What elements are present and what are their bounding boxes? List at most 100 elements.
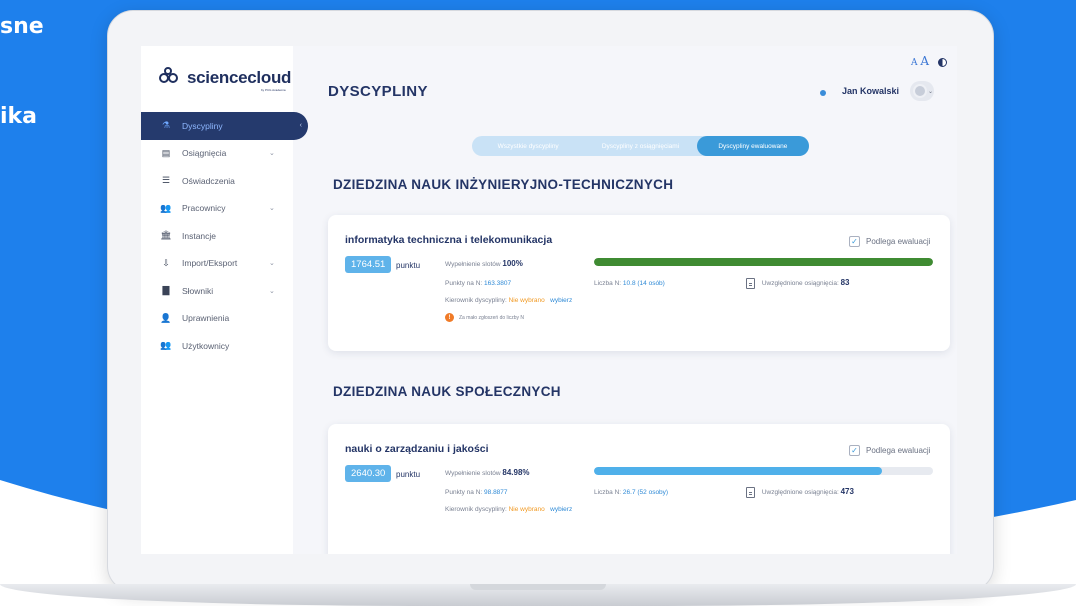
checkbox-icon: ✓ (849, 445, 860, 456)
discipline-tabs: Wszystkie dyscypliny Dyscypliny z osiągn… (472, 136, 809, 156)
tab-with-achievements[interactable]: Dyscypliny z osiągnięciami (584, 136, 696, 156)
logo-icon (159, 67, 181, 86)
font-decrease-button[interactable]: A (911, 58, 918, 68)
checkbox-icon: ✓ (849, 236, 860, 247)
section-title: DZIEDZINA NAUK INŻYNIERYJNO-TECHNICZNYCH (333, 177, 674, 192)
users-icon: 👥 (160, 340, 172, 351)
sidebar-item-osiagniecia[interactable]: ▤ Osiągnięcia ⌄ (141, 140, 309, 168)
discipline-card: nauki o zarządzaniu i jakości ✓ Podlega … (328, 424, 950, 554)
discipline-manager: Kierownik dyscypliny: Nie wybrano wybier… (445, 506, 572, 513)
collapse-icon[interactable]: ‹ (300, 122, 302, 129)
slots-label: Wypełnienie slotów (445, 261, 501, 268)
count-n-label: Liczba N: (594, 489, 622, 496)
count-n-label: Liczba N: (594, 280, 622, 287)
evaluation-checkbox[interactable]: ✓ Podlega ewaluacji (849, 236, 931, 247)
sidebar: sciencecloud by PCG Academia ⚗ Dyscyplin… (141, 46, 308, 554)
chevron-down-icon: ⌄ (928, 88, 934, 95)
flask-icon: ⚗ (161, 120, 171, 131)
avatar[interactable]: ⌄ (910, 81, 934, 101)
sidebar-item-label: Pracownicy (182, 203, 226, 214)
slots-value: 100% (502, 259, 523, 268)
slots-fill: Wypełnienie slotów 84.98% (445, 468, 530, 477)
points-badge: 2640.30 (345, 465, 392, 482)
evaluation-label: Podlega ewaluacji (866, 446, 931, 455)
logo-subtitle: by PCG Academia (261, 88, 286, 92)
count-n-value: 10.8 (14 osób) (622, 280, 665, 287)
achievements-label: Uwzględnione osiągnięcia: (761, 489, 839, 497)
sidebar-item-import-eksport[interactable]: ⇩ Import/Eksport ⌄ (141, 250, 309, 278)
sidebar-item-oswiadczenia[interactable]: ☰ Oświadczenia (141, 167, 309, 195)
points-badge: 1764.51 (345, 256, 392, 273)
background-text-line2: ika (0, 104, 38, 129)
sidebar-item-label: Import/Eksport (182, 258, 238, 269)
sidebar-item-pracownicy[interactable]: 👥 Pracownicy ⌄ (141, 195, 309, 223)
points-per-n-label: Punkty na N: (445, 280, 483, 287)
points-per-n: Punkty na N: 98.8877 (445, 489, 508, 496)
background-text-line1: sne (0, 14, 44, 39)
page-title: DYSCYPLINY (328, 83, 428, 100)
warning-icon: ! (445, 313, 454, 322)
count-n: Liczba N: 26.7 (52 osoby) (594, 489, 668, 496)
sidebar-item-instancje[interactable]: 🏛 Instancje (141, 222, 309, 250)
font-increase-button[interactable]: A (920, 54, 929, 68)
sidebar-nav: ⚗ Dyscypliny ‹ ▤ Osiągnięcia ⌄ ☰ Oświadc… (141, 112, 309, 360)
status-dot (820, 90, 826, 96)
warning-text: Za mało zgłoszeń do liczby N (459, 314, 525, 321)
choose-manager-link[interactable]: wybierz (550, 297, 572, 304)
sidebar-item-uzytkownicy[interactable]: 👥 Użytkownicy (141, 332, 309, 360)
font-size-controls: A A (911, 54, 947, 68)
card-title[interactable]: nauki o zarządzaniu i jakości (345, 443, 489, 455)
points-per-n-value: 98.8877 (484, 489, 508, 496)
warning-message: ! Za mało zgłoszeń do liczby N (445, 313, 524, 322)
slots-label: Wypełnienie slotów (445, 470, 501, 477)
points-per-n-value: 163.3807 (484, 280, 512, 287)
section-title: DZIEDZINA NAUK SPOŁECZNYCH (333, 384, 561, 399)
sidebar-item-label: Osiągnięcia (182, 148, 227, 159)
sidebar-item-label: Uprawnienia (182, 313, 230, 324)
tab-all[interactable]: Wszystkie dyscypliny (472, 136, 584, 156)
app-screen: sciencecloud by PCG Academia ⚗ Dyscyplin… (141, 46, 957, 554)
manager-value: Nie wybrano (508, 297, 545, 304)
manager-label: Kierownik dyscypliny: (445, 506, 507, 513)
chevron-down-icon: ⌄ (269, 150, 275, 158)
choose-manager-link[interactable]: wybierz (550, 506, 572, 513)
achievements-count: Uwzględnione osiągnięcia: 473 (746, 487, 854, 498)
achievements-count: Uwzględnione osiągnięcia: 83 (746, 278, 850, 289)
import-icon: ⇩ (162, 257, 170, 268)
header: A A DYSCYPLINY Jan Kowalski ⌄ (293, 46, 957, 106)
document-icon (746, 487, 755, 498)
list-icon: ☰ (161, 175, 171, 186)
slots-value: 84.98% (502, 468, 530, 477)
tab-evaluated[interactable]: Dyscypliny ewaluowane (696, 136, 809, 156)
sidebar-item-label: Słowniki (182, 285, 214, 296)
book-icon: ▇ (162, 285, 170, 296)
avatar-icon (913, 84, 927, 98)
contrast-icon[interactable] (937, 58, 947, 67)
chevron-down-icon: ⌄ (269, 260, 275, 268)
building-icon: 🏛 (160, 230, 172, 241)
count-n-value: 26.7 (52 osoby) (622, 489, 669, 496)
points-unit: punktu (396, 470, 421, 479)
discipline-card: informatyka techniczna i telekomunikacja… (328, 215, 950, 351)
users-icon: 👥 (160, 202, 172, 213)
sidebar-item-dyscypliny[interactable]: ⚗ Dyscypliny ‹ (141, 112, 308, 140)
chevron-down-icon: ⌄ (269, 287, 275, 295)
evaluation-label: Podlega ewaluacji (866, 237, 931, 246)
points-per-n-label: Punkty na N: (445, 489, 483, 496)
sidebar-item-label: Dyscypliny (182, 120, 223, 131)
progress-fill (594, 467, 883, 475)
count-n: Liczba N: 10.8 (14 osób) (594, 280, 665, 287)
evaluation-checkbox[interactable]: ✓ Podlega ewaluacji (849, 445, 931, 456)
card-title[interactable]: informatyka techniczna i telekomunikacja (345, 234, 552, 246)
logo[interactable]: sciencecloud (159, 67, 291, 88)
user-name[interactable]: Jan Kowalski (842, 86, 899, 96)
slots-progress-bar (594, 258, 933, 266)
sidebar-item-slowniki[interactable]: ▇ Słowniki ⌄ (141, 277, 309, 305)
achievements-label: Uwzględnione osiągnięcia: (761, 280, 839, 288)
table-icon: ▤ (161, 147, 171, 158)
document-icon (746, 278, 755, 289)
sidebar-item-uprawnienia[interactable]: 👤 Uprawnienia (141, 305, 309, 333)
sidebar-item-label: Instancje (182, 230, 217, 241)
progress-fill (594, 258, 933, 266)
manager-value: Nie wybrano (508, 506, 545, 513)
